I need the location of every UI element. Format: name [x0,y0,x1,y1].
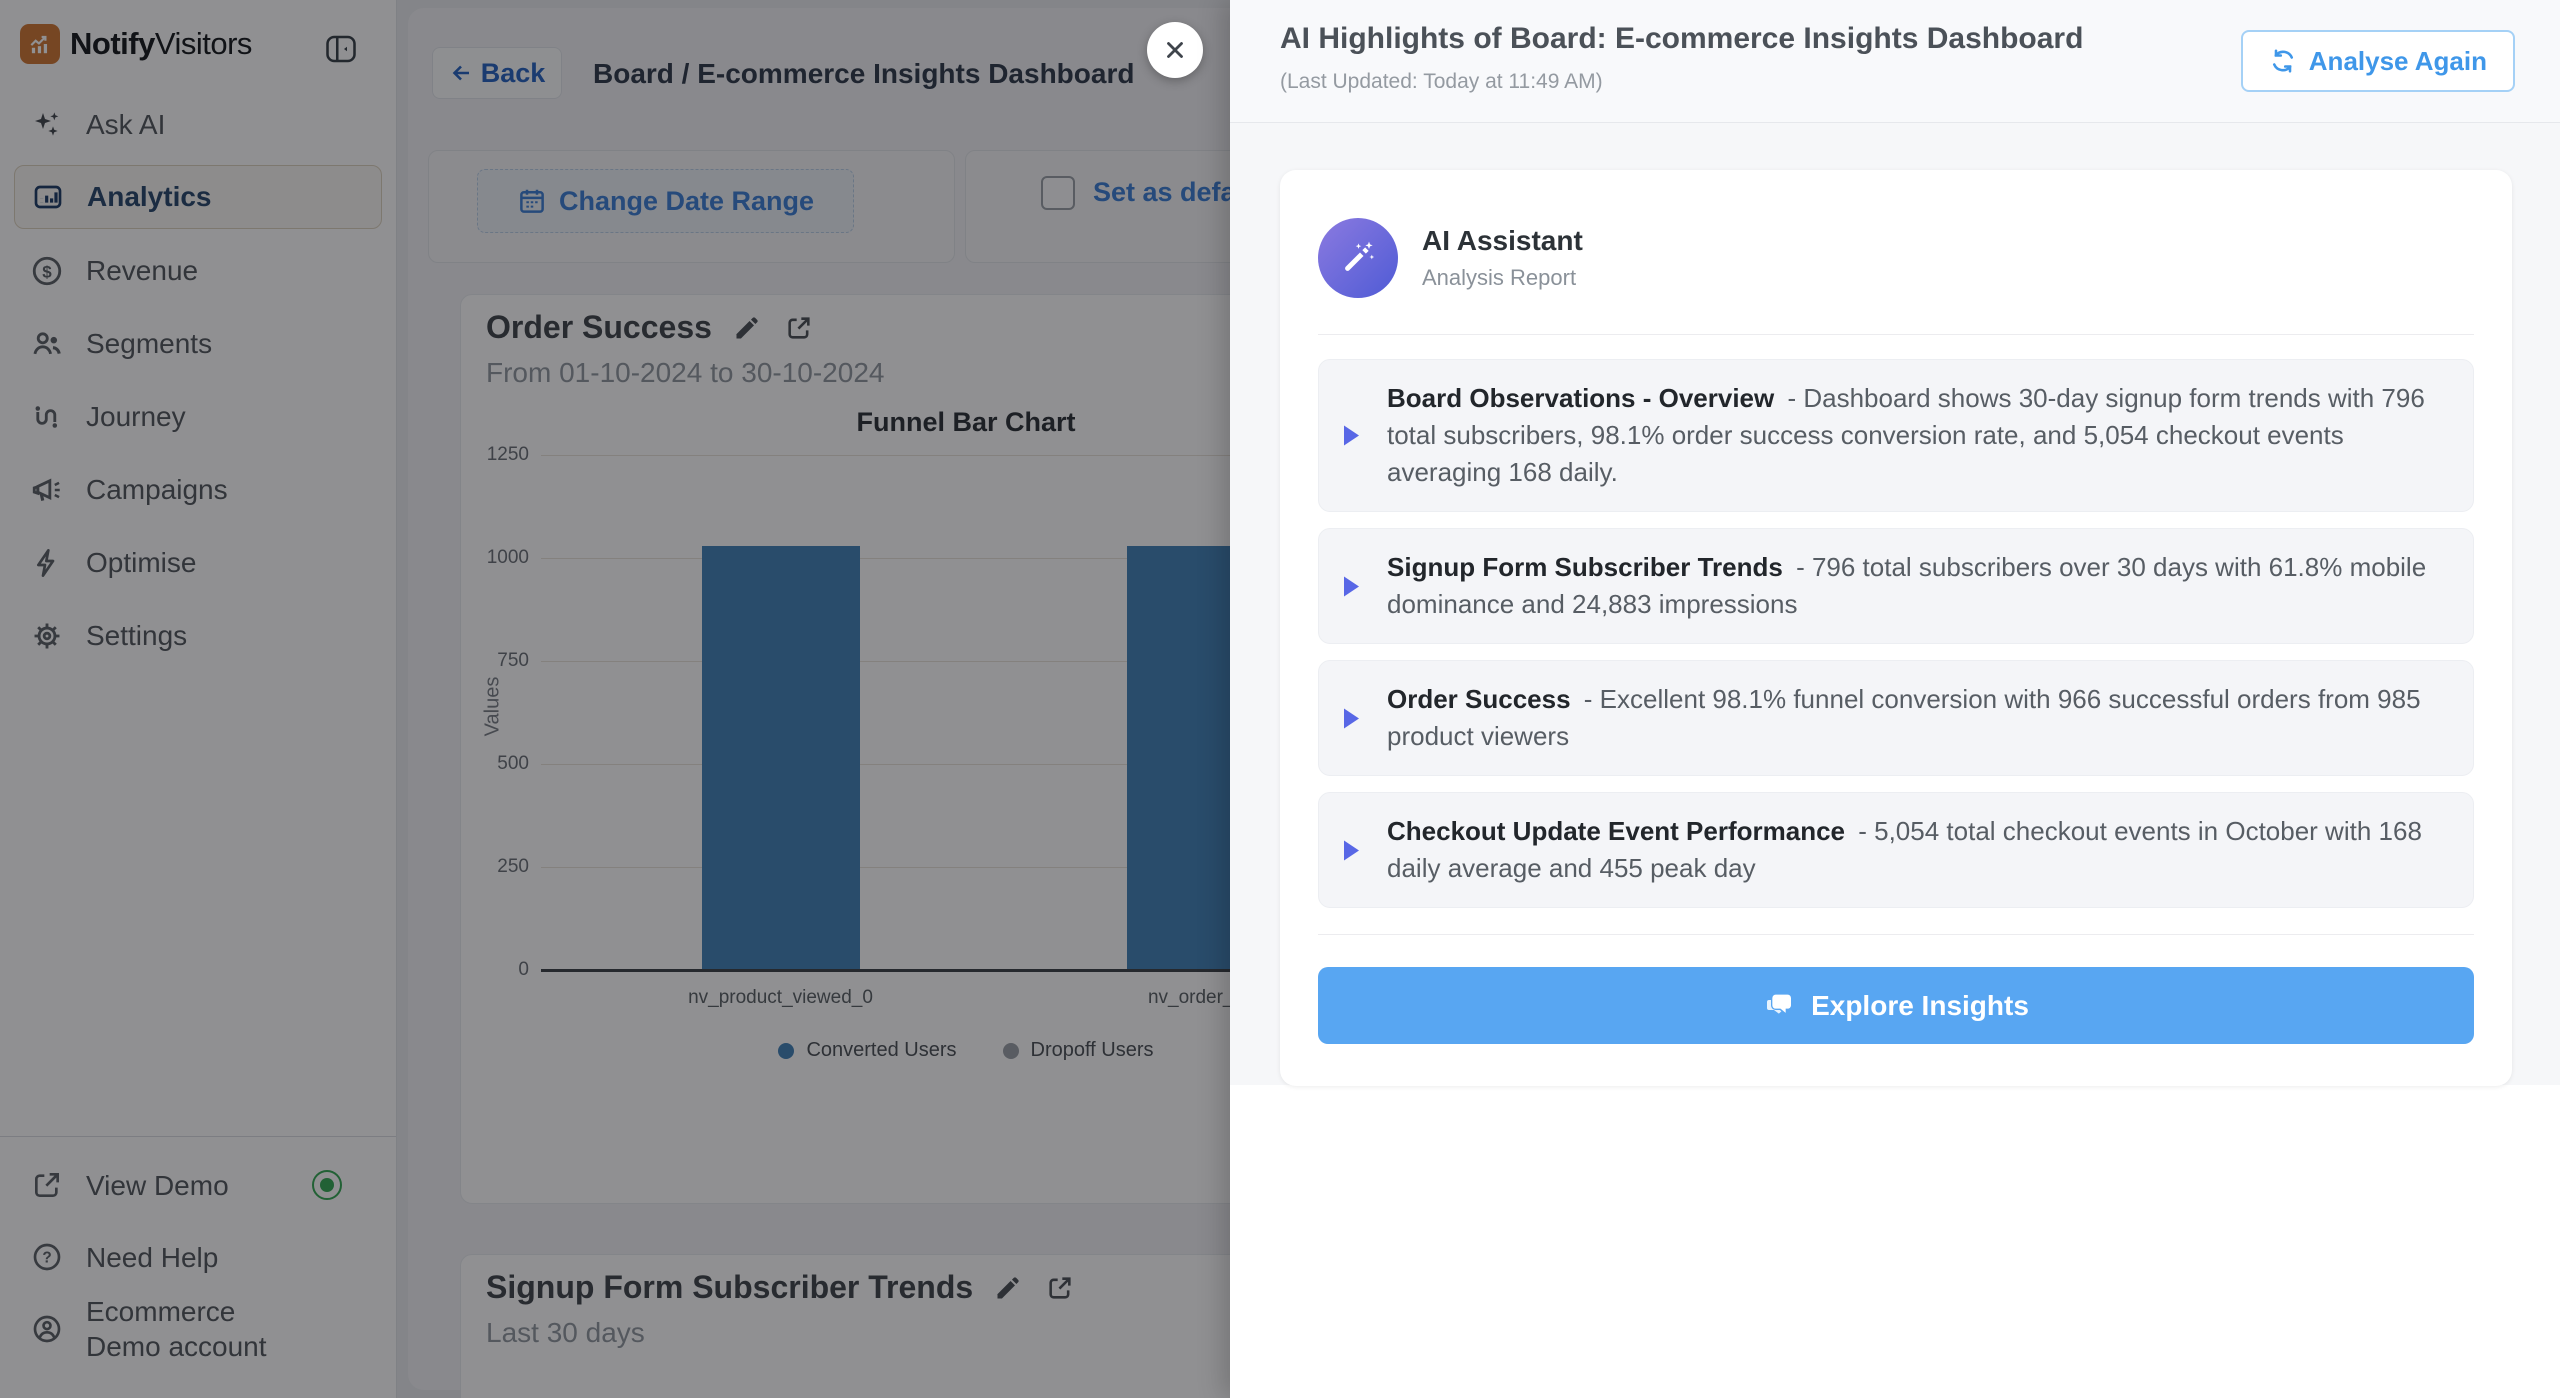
observation-row[interactable]: Board Observations - Overview - Dashboar… [1318,359,2474,512]
panel-title: AI Highlights of Board: E-commerce Insig… [1280,22,2083,56]
observation-title: Checkout Update Event Performance [1387,816,1845,846]
observation-row[interactable]: Order Success - Excellent 98.1% funnel c… [1318,660,2474,776]
app-root: NotifyVisitors Ask AI [0,0,2560,1398]
expand-triangle-icon[interactable] [1341,574,1365,599]
observation-row[interactable]: Checkout Update Event Performance - 5,05… [1318,792,2474,908]
panel-body: AI Assistant Analysis Report Board Obser… [1230,123,2560,1085]
ai-assistant-subtitle: Analysis Report [1422,265,1583,291]
divider [1318,334,2474,335]
ai-assistant-avatar [1318,218,1398,298]
ai-assistant-name: AI Assistant [1422,225,1583,257]
refresh-icon [2269,47,2297,75]
modal-dim-overlay[interactable] [0,0,1230,1398]
ai-highlights-panel: AI Highlights of Board: E-commerce Insig… [1230,0,2560,1398]
observation-title: Order Success [1387,684,1571,714]
expand-triangle-icon[interactable] [1341,423,1365,448]
close-panel-button[interactable] [1147,22,1203,78]
magic-wand-icon [1338,238,1378,278]
observations-list: Board Observations - Overview - Dashboar… [1318,359,2474,908]
analyse-again-label: Analyse Again [2309,46,2487,77]
expand-triangle-icon[interactable] [1341,838,1365,863]
observation-row[interactable]: Signup Form Subscriber Trends - 796 tota… [1318,528,2474,644]
chat-bubbles-icon [1763,990,1795,1022]
explore-insights-label: Explore Insights [1811,990,2029,1022]
explore-insights-button[interactable]: Explore Insights [1318,967,2474,1044]
expand-triangle-icon[interactable] [1341,706,1365,731]
ai-report-card: AI Assistant Analysis Report Board Obser… [1280,170,2512,1086]
panel-header: AI Highlights of Board: E-commerce Insig… [1230,0,2560,123]
analyse-again-button[interactable]: Analyse Again [2241,30,2515,92]
divider [1318,934,2474,935]
observation-title: Signup Form Subscriber Trends [1387,552,1783,582]
observation-title: Board Observations - Overview [1387,383,1774,413]
close-icon [1162,37,1188,63]
last-updated-text: (Last Updated: Today at 11:49 AM) [1280,70,1603,94]
